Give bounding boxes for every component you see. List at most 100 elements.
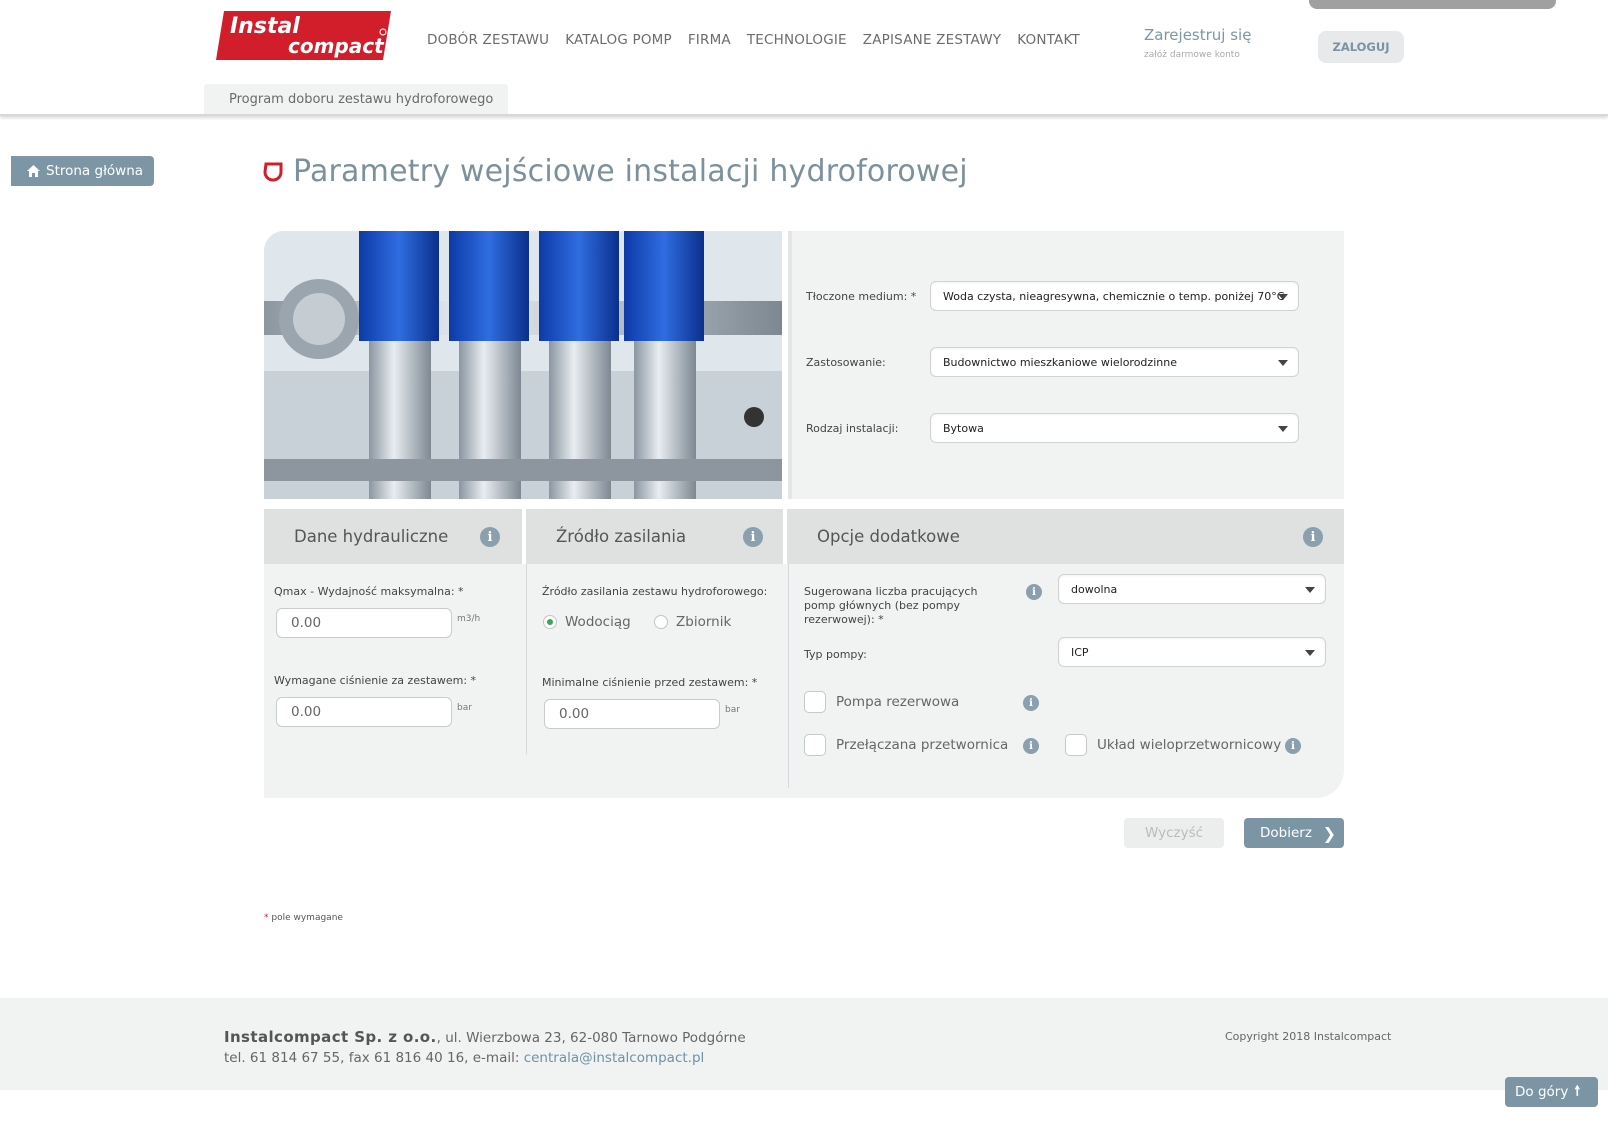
options-heading: Opcje dodatkowe <box>817 527 960 546</box>
svg-text:compact: compact <box>288 34 385 58</box>
options-panel-header: Opcje dodatkowe <box>787 509 1344 564</box>
nav-firma[interactable]: FIRMA <box>688 32 731 48</box>
pumps-label: Sugerowana liczba pracujących pomp główn… <box>804 585 978 626</box>
hydraulic-heading: Dane hydrauliczne <box>294 527 449 546</box>
footer-copyright: Copyright 2018 Instalcompact <box>1225 1030 1392 1043</box>
login-button[interactable]: ZALOGUJ <box>1318 31 1404 63</box>
clear-button[interactable]: Wyczyść <box>1124 818 1224 848</box>
medium-select-value: Woda czysta, nieagresywna, chemicznie o … <box>943 289 1285 303</box>
source-label: Źródło zasilania zestawu hydroforowego: <box>542 585 768 598</box>
install-row: Rodzaj instalacji: Bytowa <box>806 413 1299 443</box>
top-form-panel: Tłoczone medium: * Woda czysta, nieagres… <box>788 231 1344 499</box>
arrow-up-icon: 🠕 <box>1574 1082 1581 1099</box>
register-link[interactable]: Zarejestruj się załóż darmowe konto <box>1144 26 1251 60</box>
main-nav: DOBÓR ZESTAWU KATALOG POMP FIRMA TECHNOL… <box>427 32 1080 48</box>
info-icon[interactable]: i <box>1026 584 1042 600</box>
back-to-top-button[interactable]: Do góry 🠕 <box>1505 1077 1598 1107</box>
info-icon[interactable]: i <box>480 527 500 547</box>
instalcompact-logo[interactable]: Instal compact <box>216 11 391 60</box>
chevron-down-icon <box>1305 587 1315 593</box>
radio-wodociag[interactable]: Wodociąg <box>543 614 631 630</box>
footer-contact: tel. 61 814 67 55, fax 61 816 40 16, e-m… <box>224 1050 704 1066</box>
qmax-unit: m3/h <box>457 614 481 624</box>
required-note-text: pole wymagane <box>271 913 343 923</box>
usage-label: Zastosowanie: <box>806 355 886 369</box>
info-icon[interactable]: i <box>1303 527 1323 547</box>
reserve-pump-checkbox[interactable]: Pompa rezerwowa <box>804 691 959 713</box>
pressure-unit: bar <box>457 703 472 713</box>
title-bullet-icon <box>263 162 283 181</box>
checkbox-box[interactable] <box>1065 734 1087 756</box>
home-button[interactable]: Strona główna <box>11 156 154 186</box>
nav-katalog-pomp[interactable]: KATALOG POMP <box>565 32 672 48</box>
submit-button[interactable]: Dobierz ❯ <box>1244 818 1344 848</box>
min-pressure-input[interactable]: 0.00 <box>544 699 720 729</box>
install-label: Rodzaj instalacji: <box>806 421 899 435</box>
column-divider <box>788 564 789 788</box>
min-pressure-label: Minimalne ciśnienie przed zestawem: * <box>542 676 758 689</box>
register-sublabel: załóż darmowe konto <box>1144 50 1240 60</box>
radio-zbiornik[interactable]: Zbiornik <box>654 614 731 630</box>
submit-button-label: Dobierz <box>1260 825 1312 841</box>
program-tab[interactable]: Program doboru zestawu hydroforowego <box>204 84 508 114</box>
qmax-input[interactable]: 0.00 <box>276 608 452 638</box>
nav-zapisane-zestawy[interactable]: ZAPISANE ZESTAWY <box>863 32 1001 48</box>
pressure-input[interactable]: 0.00 <box>276 697 452 727</box>
required-note: * pole wymagane <box>264 913 343 923</box>
switched-inverter-label: Przełączana przetwornica <box>836 737 1009 753</box>
medium-row: Tłoczone medium: * Woda czysta, nieagres… <box>806 281 1299 311</box>
info-icon[interactable]: i <box>1023 695 1039 711</box>
pumps-select[interactable]: dowolna <box>1058 574 1326 604</box>
register-label[interactable]: Zarejestruj się <box>1144 26 1251 44</box>
checkbox-box[interactable] <box>804 734 826 756</box>
radio-wodociag-label: Wodociąg <box>565 614 631 630</box>
multi-inverter-label: Układ wieloprzetwornicowy <box>1097 737 1282 753</box>
footer-company: Instalcompact Sp. z o.o. <box>224 1028 437 1046</box>
info-icon[interactable]: i <box>743 527 763 547</box>
pump-type-label: Typ pompy: <box>804 648 867 661</box>
chevron-down-icon <box>1278 294 1288 300</box>
site-header: Instal compact DOBÓR ZESTAWU KATALOG POM… <box>0 0 1608 116</box>
pump-type-select-value: ICP <box>1071 645 1089 659</box>
footer-email-link[interactable]: centrala@instalcompact.pl <box>524 1050 705 1066</box>
required-star: * <box>264 913 269 923</box>
radio-zbiornik-label: Zbiornik <box>676 614 732 630</box>
info-icon[interactable]: i <box>1023 738 1039 754</box>
page-title: Parametry wejściowe instalacji hydroforo… <box>293 154 968 189</box>
supply-heading: Źródło zasilania <box>556 527 687 546</box>
site-footer: Instalcompact Sp. z o.o., ul. Wierzbowa … <box>0 998 1608 1090</box>
nav-kontakt[interactable]: KONTAKT <box>1017 32 1080 48</box>
home-icon <box>27 165 40 177</box>
qmax-label: Qmax - Wydajność maksymalna: * <box>274 585 464 598</box>
back-to-top-label: Do góry <box>1515 1084 1569 1100</box>
install-select-value: Bytowa <box>943 421 984 435</box>
pump-station-photo <box>264 231 782 499</box>
top-panel-tab[interactable] <box>1309 0 1556 9</box>
nav-dobor-zestawu[interactable]: DOBÓR ZESTAWU <box>427 32 549 48</box>
switched-inverter-checkbox[interactable]: Przełączana przetwornica <box>804 734 1008 756</box>
nav-technologie[interactable]: TECHNOLOGIE <box>747 32 847 48</box>
usage-select[interactable]: Budownictwo mieszkaniowe wielorodzinne <box>930 347 1299 377</box>
chevron-down-icon <box>1278 360 1288 366</box>
checkbox-box[interactable] <box>804 691 826 713</box>
footer-street: , ul. Wierzbowa 23, 62-080 Tarnowo Podgó… <box>436 1030 746 1046</box>
install-select[interactable]: Bytowa <box>930 413 1299 443</box>
footer-address: Instalcompact Sp. z o.o., ul. Wierzbowa … <box>224 1028 746 1046</box>
pump-type-select[interactable]: ICP <box>1058 637 1326 667</box>
chevron-down-icon <box>1278 426 1288 432</box>
footer-phone: tel. 61 814 67 55, fax 61 816 40 16, e-m… <box>224 1050 520 1066</box>
medium-select[interactable]: Woda czysta, nieagresywna, chemicznie o … <box>930 281 1299 311</box>
page-title-row: Parametry wejściowe instalacji hydroforo… <box>263 154 968 189</box>
chevron-down-icon <box>1305 650 1315 656</box>
usage-row: Zastosowanie: Budownictwo mieszkaniowe w… <box>806 347 1299 377</box>
radio-selected-icon[interactable] <box>543 615 557 629</box>
multi-inverter-checkbox[interactable]: Układ wieloprzetwornicowy <box>1065 734 1281 756</box>
min-pressure-unit: bar <box>725 705 740 715</box>
home-button-label: Strona główna <box>46 163 144 179</box>
chevron-right-icon: ❯ <box>1322 824 1336 843</box>
pressure-label: Wymagane ciśnienie za zestawem: * <box>274 674 477 687</box>
info-icon[interactable]: i <box>1285 738 1301 754</box>
radio-unselected-icon[interactable] <box>654 615 668 629</box>
usage-select-value: Budownictwo mieszkaniowe wielorodzinne <box>943 355 1177 369</box>
pumps-select-value: dowolna <box>1071 582 1118 596</box>
